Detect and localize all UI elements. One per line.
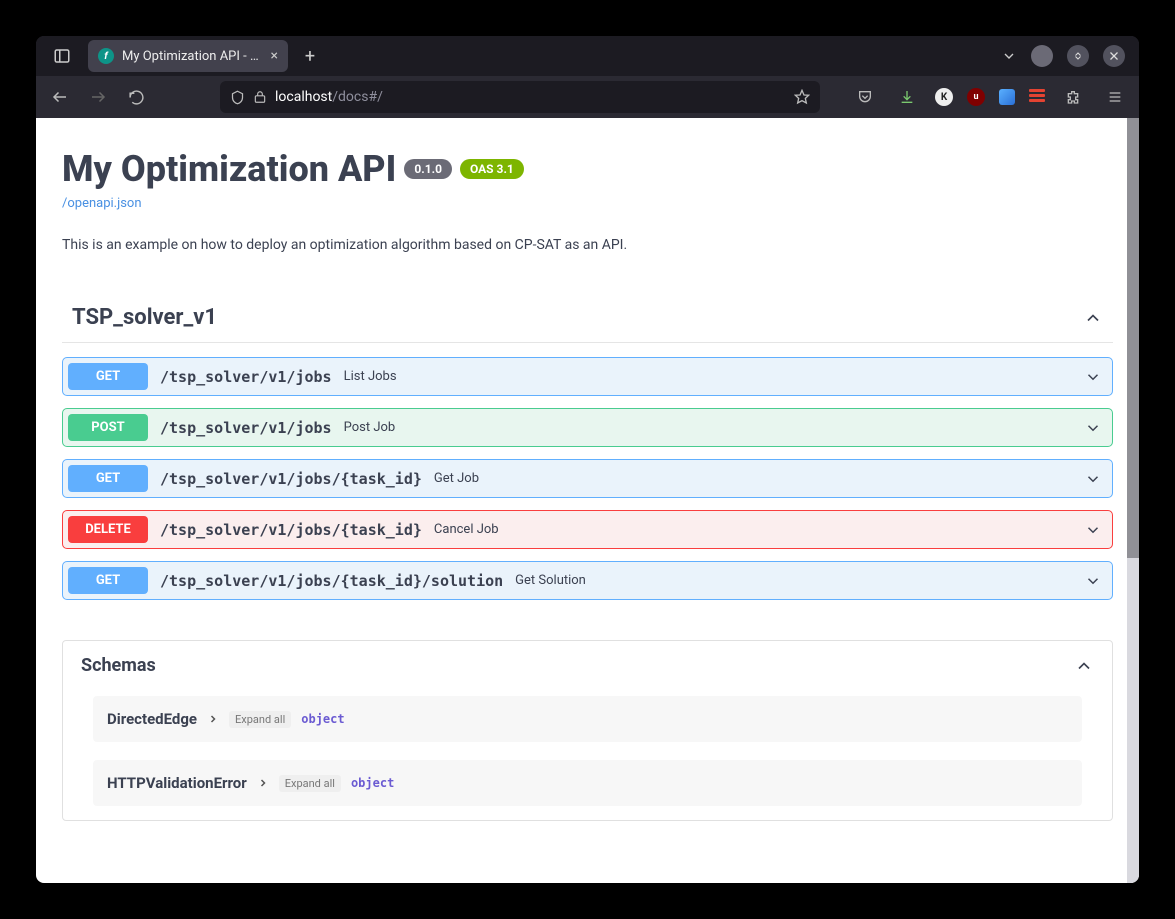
tag-header[interactable]: TSP_solver_v1 bbox=[62, 293, 1113, 343]
minimize-button[interactable] bbox=[1067, 45, 1089, 67]
arrow-left-icon bbox=[51, 88, 69, 106]
schema-name: DirectedEdge bbox=[107, 710, 197, 728]
http-method-badge: GET bbox=[68, 567, 148, 594]
browser-tabbar: f My Optimization API - Sw × + bbox=[36, 36, 1139, 76]
reload-icon bbox=[128, 89, 145, 106]
schema-row[interactable]: DirectedEdge Expand all object bbox=[93, 696, 1082, 742]
maximize-icon bbox=[1072, 50, 1084, 62]
tab-favicon: f bbox=[98, 48, 114, 64]
chevron-right-icon bbox=[257, 777, 269, 789]
operation-path: /tsp_solver/v1/jobs bbox=[160, 419, 332, 437]
operation-summary: Cancel Job bbox=[434, 522, 499, 537]
schemas-section: Schemas DirectedEdgeExpand allobjectHTTP… bbox=[62, 640, 1113, 821]
oas-badge: OAS 3.1 bbox=[460, 159, 524, 179]
reload-button[interactable] bbox=[122, 83, 150, 111]
chevron-up-icon bbox=[1074, 656, 1094, 676]
operation-row[interactable]: POST/tsp_solver/v1/jobs Post Job bbox=[62, 408, 1113, 447]
hamburger-icon bbox=[1107, 89, 1123, 105]
version-badge: 0.1.0 bbox=[404, 159, 452, 179]
url-path: /docs#/ bbox=[332, 89, 383, 105]
chevron-down-icon bbox=[1084, 470, 1102, 488]
schema-list: DirectedEdgeExpand allobjectHTTPValidati… bbox=[63, 690, 1112, 820]
http-method-badge: GET bbox=[68, 465, 148, 492]
operation-path: /tsp_solver/v1/jobs bbox=[160, 368, 332, 386]
close-window-button[interactable] bbox=[1103, 45, 1125, 67]
chevron-down-icon bbox=[1084, 368, 1102, 386]
chevron-down-icon bbox=[1084, 572, 1102, 590]
profile-avatar[interactable] bbox=[1031, 45, 1053, 67]
download-icon bbox=[899, 89, 915, 105]
operations-list: GET/tsp_solver/v1/jobs List Jobs POST/tsp_… bbox=[62, 357, 1113, 600]
pocket-icon bbox=[857, 89, 873, 105]
expand-all-button[interactable]: Expand all bbox=[279, 775, 341, 792]
http-method-badge: GET bbox=[68, 363, 148, 390]
operation-path: /tsp_solver/v1/jobs/{task_id} bbox=[160, 470, 422, 488]
downloads-button[interactable] bbox=[893, 83, 921, 111]
pocket-button[interactable] bbox=[851, 83, 879, 111]
extension-todoist[interactable] bbox=[1029, 89, 1045, 105]
schema-type: object bbox=[351, 776, 394, 790]
bookmark-button[interactable] bbox=[794, 89, 810, 105]
tag-name: TSP_solver_v1 bbox=[72, 305, 217, 330]
operation-row[interactable]: GET/tsp_solver/v1/jobs/{task_id}/solutio… bbox=[62, 561, 1113, 600]
browser-tab[interactable]: f My Optimization API - Sw × bbox=[88, 40, 288, 72]
star-icon bbox=[794, 89, 810, 105]
chevron-up-icon bbox=[1083, 308, 1103, 328]
lock-icon[interactable] bbox=[253, 90, 267, 104]
tab-title: My Optimization API - Sw bbox=[122, 49, 263, 64]
url-text: localhost/docs#/ bbox=[275, 89, 383, 105]
forward-button bbox=[84, 83, 112, 111]
schema-row[interactable]: HTTPValidationError Expand all object bbox=[93, 760, 1082, 806]
page-viewport: My Optimization API 0.1.0 OAS 3.1 /opena… bbox=[36, 118, 1139, 883]
schema-type: object bbox=[301, 712, 344, 726]
http-method-badge: POST bbox=[68, 414, 148, 441]
operation-row[interactable]: GET/tsp_solver/v1/jobs List Jobs bbox=[62, 357, 1113, 396]
panel-icon bbox=[53, 47, 71, 65]
operation-row[interactable]: DELETE/tsp_solver/v1/jobs/{task_id} Cance… bbox=[62, 510, 1113, 549]
schemas-title: Schemas bbox=[81, 655, 156, 676]
operation-path: /tsp_solver/v1/jobs/{task_id}/solution bbox=[160, 572, 503, 590]
url-bar[interactable]: localhost/docs#/ bbox=[220, 81, 820, 113]
arrow-right-icon bbox=[89, 88, 107, 106]
puzzle-icon bbox=[1065, 89, 1081, 105]
extension-blue[interactable] bbox=[999, 89, 1015, 105]
operation-summary: Get Job bbox=[434, 471, 479, 486]
extension-ublock[interactable]: u bbox=[967, 88, 985, 106]
list-tabs-button[interactable] bbox=[1001, 48, 1017, 64]
extensions-button[interactable] bbox=[1059, 83, 1087, 111]
schemas-header[interactable]: Schemas bbox=[63, 641, 1112, 690]
close-icon bbox=[1108, 50, 1120, 62]
sidebar-toggle[interactable] bbox=[44, 47, 80, 65]
chevron-down-icon bbox=[1001, 48, 1017, 64]
expand-all-button[interactable]: Expand all bbox=[229, 711, 291, 728]
shield-icon[interactable] bbox=[230, 90, 245, 105]
chevron-down-icon bbox=[1084, 419, 1102, 437]
new-tab-button[interactable]: + bbox=[296, 46, 324, 67]
tab-close-button[interactable]: × bbox=[271, 48, 278, 64]
operation-summary: List Jobs bbox=[344, 369, 397, 384]
operation-row[interactable]: GET/tsp_solver/v1/jobs/{task_id} Get Job bbox=[62, 459, 1113, 498]
operation-summary: Get Solution bbox=[515, 573, 586, 588]
schema-name: HTTPValidationError bbox=[107, 774, 247, 792]
api-description: This is an example on how to deploy an o… bbox=[62, 237, 1113, 253]
openapi-json-link[interactable]: /openapi.json bbox=[62, 196, 142, 211]
operation-summary: Post Job bbox=[344, 420, 396, 435]
operation-path: /tsp_solver/v1/jobs/{task_id} bbox=[160, 521, 422, 539]
page-title: My Optimization API bbox=[62, 148, 396, 190]
chevron-down-icon bbox=[1084, 521, 1102, 539]
app-menu-button[interactable] bbox=[1101, 83, 1129, 111]
extension-k[interactable]: K bbox=[935, 88, 953, 106]
url-host: localhost bbox=[275, 89, 332, 105]
browser-toolbar: localhost/docs#/ K u bbox=[36, 76, 1139, 118]
scrollbar-thumb[interactable] bbox=[1127, 118, 1139, 558]
back-button[interactable] bbox=[46, 83, 74, 111]
http-method-badge: DELETE bbox=[68, 516, 148, 543]
chevron-right-icon bbox=[207, 713, 219, 725]
